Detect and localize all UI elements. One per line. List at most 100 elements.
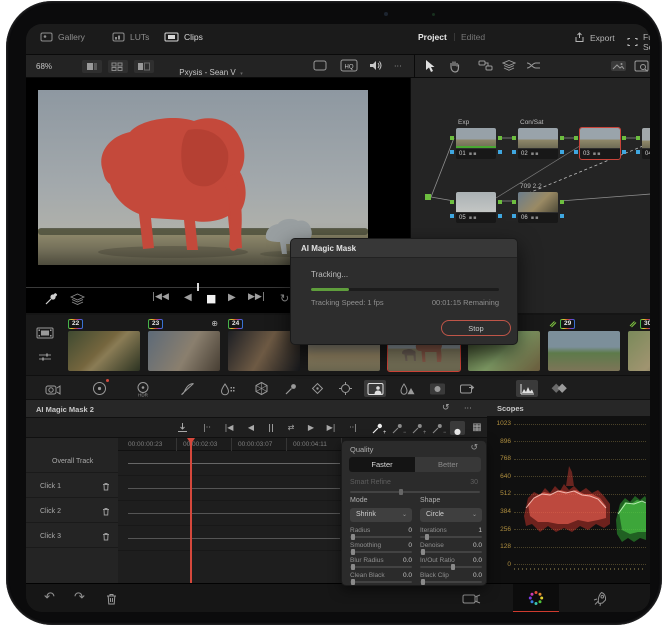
- sizing-icon[interactable]: [458, 380, 476, 397]
- eyedropper-refine-subtract[interactable]: −: [430, 421, 446, 435]
- clips-filter-icon[interactable]: [36, 327, 54, 339]
- sort-options-icon[interactable]: [38, 351, 52, 363]
- clip-title[interactable]: Pxysis - Sean V: [179, 68, 235, 77]
- layers-icon[interactable]: [502, 59, 516, 72]
- undo-button[interactable]: ↶: [44, 590, 55, 605]
- viewer-playhead-tick[interactable]: [197, 283, 199, 291]
- view-single-button[interactable]: [82, 60, 102, 73]
- timeline-playhead[interactable]: [187, 438, 195, 583]
- loop-mode-button[interactable]: ⇄: [282, 421, 300, 435]
- color-page-button[interactable]: [513, 584, 559, 612]
- clip-23-thumbnail[interactable]: [148, 331, 220, 371]
- magic-mask-icon[interactable]: [364, 380, 386, 397]
- tracker-icon[interactable]: [308, 380, 326, 397]
- param-clean-black[interactable]: Clean Black 0.0: [350, 572, 412, 586]
- tab-clips[interactable]: Clips: [164, 32, 203, 42]
- track-row-overall[interactable]: Overall Track: [26, 451, 118, 473]
- shape-dropdown[interactable]: Circle ⌄: [420, 508, 482, 522]
- viewer-overflow-menu[interactable]: ···: [394, 62, 402, 71]
- fullscreen-button[interactable]: Full Screen: [627, 32, 650, 52]
- clip-30[interactable]: 30: [628, 318, 650, 371]
- clip-29[interactable]: 29: [548, 318, 620, 371]
- eyedropper-add-selected[interactable]: +: [370, 421, 386, 435]
- pan-hand-icon[interactable]: [448, 59, 461, 73]
- viewer-eyedropper-icon[interactable]: [44, 292, 58, 306]
- redo-button[interactable]: ↷: [74, 590, 85, 605]
- add-node-icon[interactable]: [478, 59, 493, 72]
- loop-button[interactable]: ↻: [280, 292, 289, 305]
- quality-reset-button[interactable]: ↺: [470, 443, 478, 453]
- tab-luts[interactable]: LUTs: [112, 32, 149, 42]
- param-blur-radius[interactable]: Blur Radius 0.0: [350, 557, 412, 571]
- stop-button[interactable]: ■: [206, 292, 216, 305]
- mixer-icon[interactable]: [526, 59, 541, 72]
- picker-tool-icon[interactable]: [282, 380, 300, 397]
- delete-track-button[interactable]: [102, 507, 110, 516]
- mark-in-button[interactable]: |··: [198, 421, 216, 435]
- node-03-selected[interactable]: 03 ▪▪: [574, 127, 626, 160]
- project-label[interactable]: Project: [418, 32, 447, 42]
- pause-button[interactable]: ||: [262, 421, 280, 435]
- eyedropper-subtract[interactable]: −: [390, 421, 406, 435]
- delete-button[interactable]: [106, 593, 117, 605]
- clip-22[interactable]: 22: [68, 318, 140, 371]
- cut-page-button[interactable]: [462, 592, 482, 606]
- first-frame-button[interactable]: |◀◀: [152, 292, 169, 302]
- zoom-level[interactable]: 68%: [36, 62, 52, 71]
- clip-30-thumbnail[interactable]: [628, 331, 650, 371]
- power-window-icon[interactable]: [428, 380, 446, 397]
- tab-gallery[interactable]: Gallery: [40, 32, 85, 42]
- wipe-modes-icon[interactable]: [70, 292, 85, 306]
- track-mask-icon[interactable]: [176, 422, 189, 434]
- forward-button[interactable]: ▶: [302, 421, 320, 435]
- play-reverse-button[interactable]: ◀: [184, 292, 192, 303]
- next-frame-button[interactable]: ▶|: [322, 421, 340, 435]
- panel-overflow-button[interactable]: ···: [464, 404, 472, 413]
- clip-23[interactable]: 23 ⊕: [148, 318, 220, 371]
- cursor-tool-icon[interactable]: [424, 59, 436, 73]
- param-radius[interactable]: Radius 0: [350, 527, 412, 541]
- param-iterations[interactable]: Iterations 1: [420, 527, 482, 541]
- delete-track-button[interactable]: [102, 482, 110, 491]
- source-node-output[interactable]: [425, 194, 431, 200]
- matte-view-toggle[interactable]: ▦: [468, 421, 486, 435]
- param-smoothing[interactable]: Smoothing 0: [350, 542, 412, 556]
- node-01[interactable]: Exp 01 ▪▪: [450, 119, 502, 159]
- eyedropper-refine-add[interactable]: +: [410, 421, 426, 435]
- clip-29-thumbnail[interactable]: [548, 331, 620, 371]
- node-05[interactable]: 05 ▪▪: [450, 192, 502, 223]
- track-row-click1[interactable]: Click 1: [26, 476, 118, 498]
- mark-out-button[interactable]: ··|: [344, 421, 362, 435]
- node-02[interactable]: Con/Sat 02 ▪▪: [512, 119, 564, 159]
- curves-icon[interactable]: [178, 380, 196, 397]
- color-warper-icon[interactable]: [252, 380, 270, 397]
- qualifier-icon[interactable]: [218, 380, 236, 397]
- lut-browser-icon[interactable]: [634, 59, 650, 73]
- play-forward-button[interactable]: ▶: [228, 292, 236, 303]
- camera-raw-icon[interactable]: [44, 380, 62, 397]
- reverse-button[interactable]: ◀: [242, 421, 260, 435]
- quick-export-rocket-button[interactable]: [592, 591, 608, 607]
- color-wheels-icon[interactable]: [90, 379, 109, 397]
- dialog-header[interactable]: AI Magic Mask: [291, 239, 517, 258]
- stop-tracking-button[interactable]: Stop: [441, 320, 511, 336]
- param-black-clip[interactable]: Black Clip 0.0: [420, 572, 482, 586]
- scopes-tool-icon[interactable]: [516, 380, 538, 397]
- stills-icon[interactable]: [610, 59, 627, 73]
- view-grid-button[interactable]: [108, 60, 128, 73]
- tab-better[interactable]: Better: [415, 457, 481, 472]
- hdr-wheels-icon[interactable]: HDR: [134, 380, 152, 397]
- node-04[interactable]: 04▪▪: [636, 128, 650, 159]
- blur-icon[interactable]: [398, 380, 416, 397]
- stabilizer-icon[interactable]: [336, 380, 354, 397]
- frame-overlay-icon[interactable]: [312, 59, 328, 72]
- clip-22-thumbnail[interactable]: [68, 331, 140, 371]
- audio-mute-icon[interactable]: [368, 59, 382, 73]
- last-frame-button[interactable]: ▶▶|: [248, 292, 265, 302]
- param-denoise[interactable]: Denoise 0.0: [420, 542, 482, 556]
- track-row-click2[interactable]: Click 2: [26, 501, 118, 523]
- mask-overlay-toggle[interactable]: ●: [450, 421, 465, 436]
- param-inout-ratio[interactable]: In/Out Ratio 0.0: [420, 557, 482, 571]
- tab-faster[interactable]: Faster: [349, 457, 415, 472]
- track-row-click3[interactable]: Click 3: [26, 526, 118, 548]
